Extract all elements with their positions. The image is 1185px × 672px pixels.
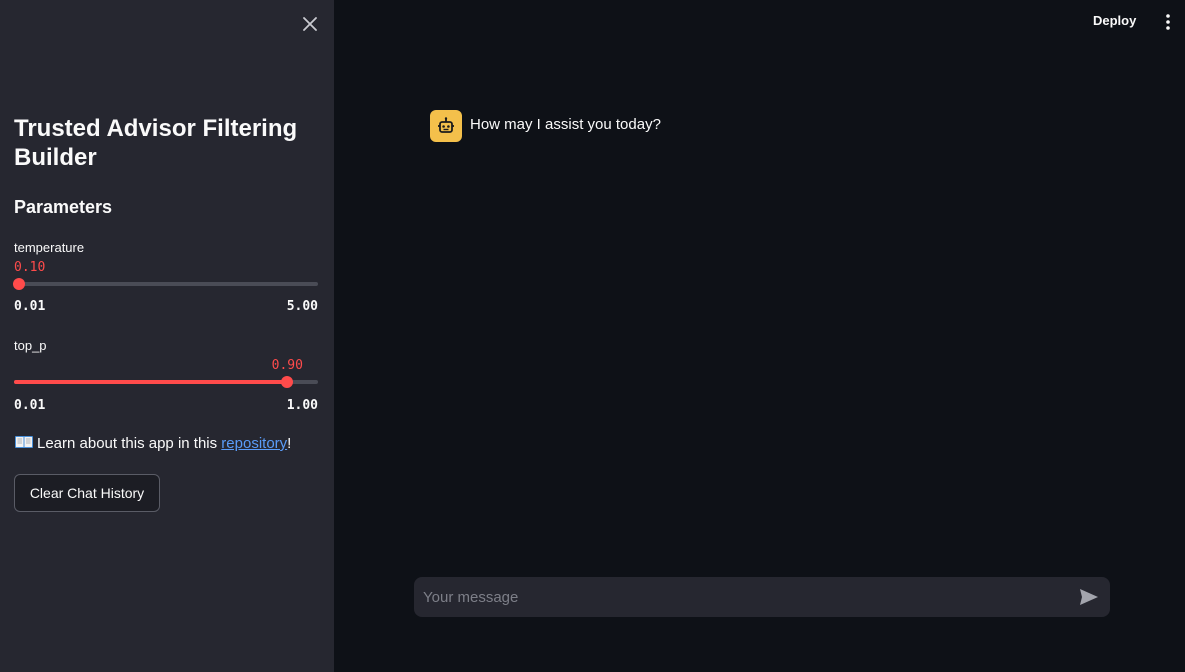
- temperature-slider[interactable]: [13, 278, 318, 290]
- close-icon: [303, 17, 317, 31]
- sidebar-title: Trusted Advisor Filtering Builder: [14, 115, 298, 171]
- top-p-slider-fill: [14, 380, 288, 384]
- open-book-icon: [15, 436, 33, 448]
- sidebar: Trusted Advisor Filtering Builder Parame…: [0, 0, 334, 672]
- temperature-label: temperature: [14, 240, 85, 255]
- close-sidebar-button[interactable]: [298, 12, 322, 36]
- parameters-heading: Parameters: [14, 197, 113, 217]
- temperature-min: 0.01: [14, 299, 46, 314]
- top-p-label: top_p: [14, 338, 47, 353]
- top-p-max: 1.00: [286, 398, 318, 413]
- chat-input-container: [414, 577, 1110, 617]
- top-p-min: 0.01: [14, 398, 46, 413]
- clear-chat-history-button[interactable]: Clear Chat History: [14, 474, 160, 512]
- deploy-button[interactable]: Deploy: [1093, 13, 1136, 28]
- learn-about-app: Learn about this app in this repository!: [14, 434, 291, 452]
- learn-suffix: !: [287, 435, 292, 452]
- assistant-message-text: How may I assist you today?: [470, 116, 661, 133]
- learn-prefix: Learn about this app in this: [37, 435, 222, 452]
- send-icon: [1080, 589, 1098, 605]
- top-p-slider[interactable]: [14, 376, 318, 388]
- temperature-max: 5.00: [286, 299, 318, 314]
- assistant-avatar: [430, 110, 462, 142]
- temperature-slider-thumb[interactable]: [13, 278, 26, 290]
- temperature-value: 0.10: [14, 260, 46, 275]
- chat-message-input[interactable]: [414, 577, 1064, 617]
- main-menu-button[interactable]: [1160, 12, 1176, 32]
- more-vertical-icon: [1166, 14, 1170, 30]
- top-p-value: 0.90: [271, 358, 303, 373]
- robot-icon: [438, 117, 454, 133]
- repository-link[interactable]: repository: [221, 435, 287, 452]
- send-button[interactable]: [1076, 585, 1102, 609]
- top-p-slider-thumb[interactable]: [281, 376, 294, 388]
